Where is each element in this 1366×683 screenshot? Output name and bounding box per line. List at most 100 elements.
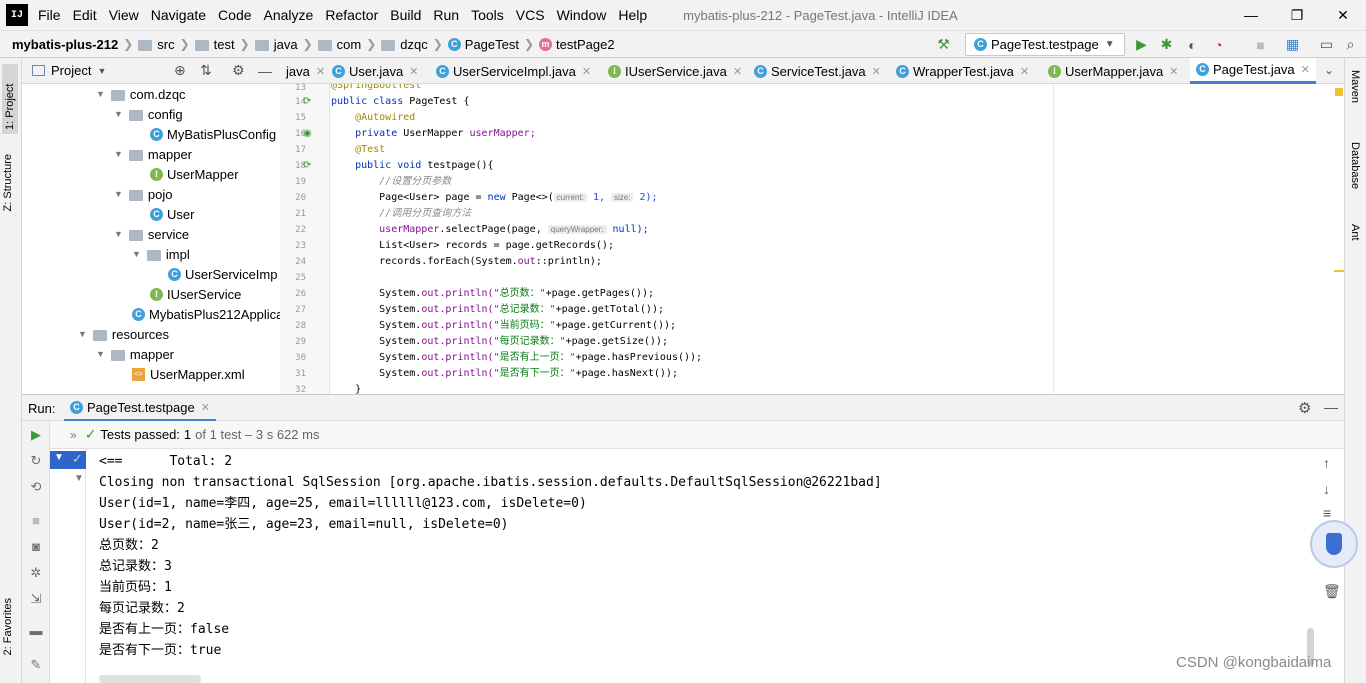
expand-icon[interactable]: »: [70, 428, 77, 442]
menu-refactor[interactable]: Refactor: [323, 7, 380, 23]
export-icon[interactable]: ⇲: [28, 591, 44, 607]
close-icon[interactable]: ✕: [316, 65, 325, 78]
floating-assistant-icon[interactable]: [1310, 520, 1358, 568]
stop-icon[interactable]: ■: [1252, 36, 1269, 53]
tree-item-usermapper-xml[interactable]: <> UserMapper.xml: [132, 364, 245, 384]
run-test-class-icon[interactable]: ⟳: [303, 94, 311, 110]
tab-userserviceimpl-java[interactable]: C UserServiceImpl.java ✕: [430, 58, 597, 84]
close-icon[interactable]: ✕: [733, 65, 742, 78]
minimize-button[interactable]: —: [1228, 0, 1274, 30]
camera-icon[interactable]: ◙: [28, 539, 44, 555]
chevron-down-icon[interactable]: ▼: [97, 66, 106, 76]
tree-item-mapper-resources[interactable]: ▼ mapper: [96, 344, 174, 364]
breadcrumb-project[interactable]: mybatis-plus-212: [12, 37, 118, 52]
menu-window[interactable]: Window: [555, 7, 609, 23]
breadcrumb-test[interactable]: test: [194, 37, 235, 52]
locate-icon[interactable]: ⊕: [174, 62, 186, 79]
hide-panel-icon[interactable]: —: [1324, 399, 1338, 415]
breadcrumb-java[interactable]: java: [254, 37, 298, 52]
console-output[interactable]: <== Total: 2 Closing non transactional S…: [87, 449, 1315, 683]
run-configuration-select[interactable]: C PageTest.testpage ▼: [965, 33, 1125, 56]
menu-run[interactable]: Run: [431, 7, 461, 23]
layout-icon[interactable]: ▭: [1318, 36, 1335, 53]
build-hammer-icon[interactable]: ⚒: [935, 36, 952, 53]
close-icon[interactable]: ✕: [872, 65, 881, 78]
breadcrumb-src[interactable]: src: [138, 37, 175, 52]
tab-servicetest-java[interactable]: C ServiceTest.java ✕: [748, 58, 887, 84]
stop-icon[interactable]: ■: [28, 513, 44, 529]
tree-item-iuserservice[interactable]: I IUserService: [150, 284, 241, 304]
chevron-down-icon[interactable]: ▼: [74, 473, 84, 484]
database-tool-tab[interactable]: Database: [1349, 142, 1361, 189]
tree-item-application[interactable]: C MybatisPlus212Applica: [132, 304, 280, 324]
menu-tools[interactable]: Tools: [469, 7, 506, 23]
rerun-failed-icon[interactable]: ↻: [28, 453, 44, 469]
tab-usermapper-java[interactable]: I UserMapper.java ✕: [1042, 58, 1185, 84]
menu-view[interactable]: View: [107, 7, 141, 23]
tree-item-userserviceimpl[interactable]: C UserServiceImp: [168, 264, 277, 284]
test-tree-selected-row[interactable]: ▼ ✓: [50, 451, 86, 469]
close-button[interactable]: ✕: [1320, 0, 1366, 30]
menu-file[interactable]: File: [36, 7, 63, 23]
menu-help[interactable]: Help: [616, 7, 649, 23]
tree-item-mapper[interactable]: ▼ mapper: [114, 144, 192, 164]
rerun-icon[interactable]: ▶: [28, 427, 44, 443]
run-tab-pagetest[interactable]: C PageTest.testpage ✕: [64, 395, 216, 422]
breadcrumb-dzqc[interactable]: dzqc: [381, 37, 428, 52]
run-icon[interactable]: ▶: [1133, 36, 1150, 53]
collapse-all-icon[interactable]: ⇅: [200, 62, 212, 79]
menu-code[interactable]: Code: [216, 7, 253, 23]
tree-item-pojo[interactable]: ▼ pojo: [114, 184, 173, 204]
favorites-tool-tab[interactable]: 2: Favorites: [2, 598, 14, 655]
soft-wrap-icon[interactable]: ≡: [1323, 505, 1331, 521]
menu-analyze[interactable]: Analyze: [262, 7, 316, 23]
tab-user-java[interactable]: C User.java ✕: [326, 58, 424, 84]
tree-item-usermapper[interactable]: I UserMapper: [150, 164, 239, 184]
close-icon[interactable]: ✕: [1020, 65, 1029, 78]
pin-icon[interactable]: ✎: [28, 657, 44, 673]
code-editor[interactable]: @SpringBootTest public class PageTest { …: [331, 84, 1343, 394]
autowired-bean-icon[interactable]: ◉: [303, 126, 312, 142]
debug-icon[interactable]: ✱: [1158, 36, 1175, 53]
run-test-method-icon[interactable]: ⟳: [303, 158, 311, 174]
menu-vcs[interactable]: VCS: [514, 7, 547, 23]
close-icon[interactable]: ✕: [1169, 65, 1178, 78]
tree-item-resources[interactable]: ▼ resources: [78, 324, 169, 344]
chevron-down-icon[interactable]: ▼: [54, 452, 64, 463]
menu-build[interactable]: Build: [388, 7, 423, 23]
layout-icon[interactable]: ▬: [28, 623, 44, 639]
close-icon[interactable]: ✕: [582, 65, 591, 78]
project-structure-icon[interactable]: ▦: [1284, 36, 1301, 53]
breadcrumb-method[interactable]: m testPage2: [539, 37, 615, 52]
tree-item-com-dzqc[interactable]: ▼ com.dzqc: [96, 84, 186, 104]
close-icon[interactable]: ✕: [201, 401, 210, 414]
tree-item-mybatisplusconfig[interactable]: C MyBatisPlusConfig: [150, 124, 276, 144]
close-icon[interactable]: ✕: [409, 65, 418, 78]
project-tool-tab[interactable]: 1: Project: [2, 64, 18, 134]
toggle-auto-test-icon[interactable]: ⟲: [28, 479, 44, 495]
hide-panel-icon[interactable]: —: [258, 63, 272, 79]
maven-tool-tab[interactable]: Maven: [1349, 70, 1361, 103]
gear-icon[interactable]: ⚙: [1298, 399, 1311, 417]
tab-pagetest-java[interactable]: C PageTest.java ✕: [1190, 58, 1316, 84]
menu-navigate[interactable]: Navigate: [149, 7, 208, 23]
settings-icon[interactable]: ✲: [28, 565, 44, 581]
tree-item-config[interactable]: ▼ config: [114, 104, 183, 124]
close-icon[interactable]: ✕: [1301, 63, 1310, 76]
tree-item-user[interactable]: C User: [150, 204, 194, 224]
tab-iuserservice-java[interactable]: I IUserService.java ✕: [602, 58, 748, 84]
trash-icon[interactable]: 🗑: [1323, 583, 1341, 600]
menu-edit[interactable]: Edit: [71, 7, 99, 23]
search-icon[interactable]: ⌕: [1342, 36, 1359, 53]
gear-icon[interactable]: ⚙: [232, 62, 245, 79]
chevron-down-icon[interactable]: ⌄: [1324, 63, 1334, 77]
ant-tool-tab[interactable]: Ant: [1349, 224, 1361, 241]
coverage-icon[interactable]: ◐: [1184, 36, 1201, 53]
warning-marker-icon[interactable]: [1335, 88, 1343, 96]
warning-marker[interactable]: [1334, 270, 1344, 272]
console-horizontal-scrollbar[interactable]: [99, 675, 201, 683]
structure-tool-tab[interactable]: Z: Structure: [2, 154, 14, 211]
tab-wrappertest-java[interactable]: C WrapperTest.java ✕: [890, 58, 1035, 84]
profile-icon[interactable]: ◔: [1210, 36, 1227, 53]
maximize-button[interactable]: ❐: [1274, 0, 1320, 30]
